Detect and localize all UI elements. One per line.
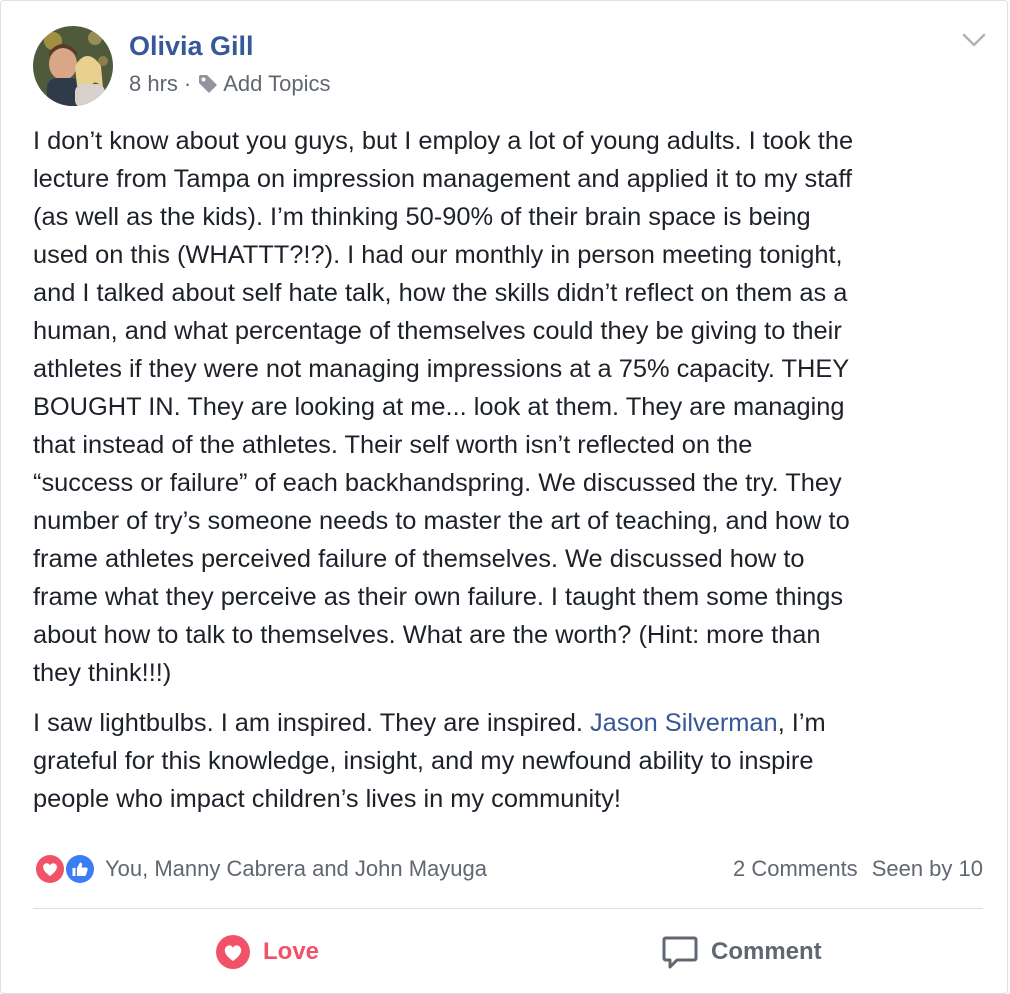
body-line: athletes if they were not managing impre… [33, 355, 850, 383]
comment-label: Comment [711, 938, 822, 965]
post-meta: 8 hrs · Add Topics [129, 71, 330, 97]
body-line: people who impact children’s lives in my… [33, 785, 621, 813]
body-line: lecture from Tampa on impression managem… [33, 165, 853, 193]
post-card: Olivia Gill 8 hrs · Add Topics I don’t k… [0, 0, 1008, 994]
comment-icon [662, 936, 698, 969]
post-text: I don’t know about you guys, but I emplo… [33, 122, 993, 818]
body-line: grateful for this knowledge, insight, an… [33, 747, 814, 775]
body-line: and I talked about self hate talk, how t… [33, 279, 848, 307]
body-line: about how to talk to themselves. What ar… [33, 621, 821, 649]
author-name[interactable]: Olivia Gill [129, 31, 254, 62]
love-button[interactable]: Love [215, 931, 319, 973]
body-text: I saw lightbulbs. I am inspired. They ar… [33, 709, 590, 737]
comment-button[interactable]: Comment [661, 931, 822, 973]
seen-count[interactable]: Seen by 10 [872, 856, 983, 881]
body-line: that instead of the athletes. Their self… [33, 431, 753, 459]
love-icon [216, 935, 250, 969]
body-line: “success or failure” of each backhandspr… [33, 469, 842, 497]
reactors-text[interactable]: You, Manny Cabrera and John Mayuga [105, 856, 487, 882]
reaction-icons[interactable] [33, 852, 99, 886]
body-line: frame what they perceive as their own fa… [33, 583, 844, 611]
body-line: frame athletes perceived failure of them… [33, 545, 805, 573]
body-line: they think!!!) [33, 659, 172, 687]
body-line: (as well as the kids). I’m thinking 50-9… [33, 203, 811, 231]
paragraph-2: I saw lightbulbs. I am inspired. They ar… [33, 704, 993, 818]
mention-link[interactable]: Jason Silverman [590, 709, 778, 737]
divider [33, 908, 983, 909]
meta-separator: · [183, 71, 192, 96]
reactions-summary: You, Manny Cabrera and John Mayuga 2 Com… [33, 851, 983, 887]
love-reaction-icon [34, 853, 66, 885]
body-line: BOUGHT IN. They are looking at me... loo… [33, 393, 845, 421]
avatar-photo [33, 26, 113, 106]
post-time[interactable]: 8 hrs [129, 71, 178, 97]
engagement-counts: 2 Comments Seen by 10 [733, 856, 983, 882]
body-line: human, and what percentage of themselves… [33, 317, 842, 345]
like-reaction-icon [64, 853, 96, 885]
body-text: , I’m [777, 709, 826, 737]
love-label: Love [263, 938, 320, 965]
comments-count[interactable]: 2 Comments [733, 856, 858, 881]
body-line: I saw lightbulbs. I am inspired. They ar… [33, 704, 993, 742]
chevron-down-icon[interactable] [961, 31, 987, 49]
body-line: I don’t know about you guys, but I emplo… [33, 127, 854, 155]
avatar[interactable] [33, 26, 113, 106]
body-line: number of try’s someone needs to master … [33, 507, 850, 535]
paragraph-1: I don’t know about you guys, but I emplo… [33, 122, 993, 692]
body-line: used on this (WHATTT?!?). I had our mont… [33, 241, 843, 269]
tag-icon [199, 75, 218, 93]
add-topics-link[interactable]: Add Topics [223, 71, 330, 97]
